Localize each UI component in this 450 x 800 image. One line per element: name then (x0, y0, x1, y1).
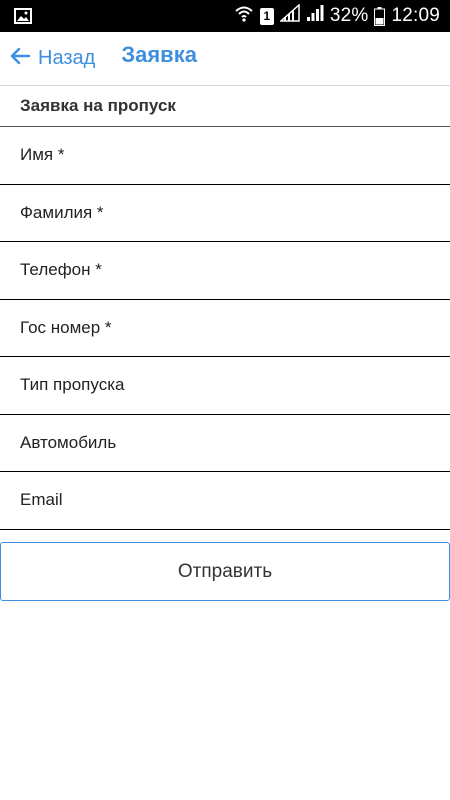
back-button[interactable]: Назад (0, 44, 95, 74)
phone-input[interactable] (20, 260, 440, 281)
plate-number-field-row (0, 300, 450, 357)
form-section-title: Заявка на пропуск (0, 86, 450, 127)
app-header: Назад Заявка (0, 32, 450, 86)
plate-number-input[interactable] (20, 317, 440, 338)
last-name-field-row (0, 185, 450, 242)
car-input[interactable] (20, 432, 440, 453)
last-name-input[interactable] (20, 202, 440, 223)
status-bar-right: 1 32% 12:09 (234, 3, 440, 28)
clock: 12:09 (391, 5, 440, 26)
back-label: Назад (38, 47, 96, 69)
pass-type-field-row (0, 357, 450, 415)
submit-button[interactable]: Отправить (0, 542, 450, 601)
sim-icon: 1 (259, 7, 274, 25)
pass-request-form (0, 127, 450, 530)
battery-icon (374, 6, 386, 26)
page-title: Заявка (121, 41, 197, 67)
battery-percent: 32% (329, 5, 369, 26)
status-bar: 1 32% 12:09 (0, 0, 450, 32)
signal-icon (306, 4, 324, 28)
first-name-field-row (0, 127, 450, 185)
first-name-input[interactable] (20, 145, 440, 166)
car-field-row (0, 415, 450, 472)
email-input[interactable] (20, 490, 440, 511)
gallery-icon (14, 8, 32, 24)
email-field-row (0, 472, 450, 530)
status-bar-left (14, 8, 32, 24)
back-arrow-icon (8, 44, 38, 74)
pass-type-input[interactable] (20, 375, 440, 396)
phone-field-row (0, 242, 450, 300)
wifi-icon (234, 4, 254, 28)
signal-icon (278, 3, 300, 28)
